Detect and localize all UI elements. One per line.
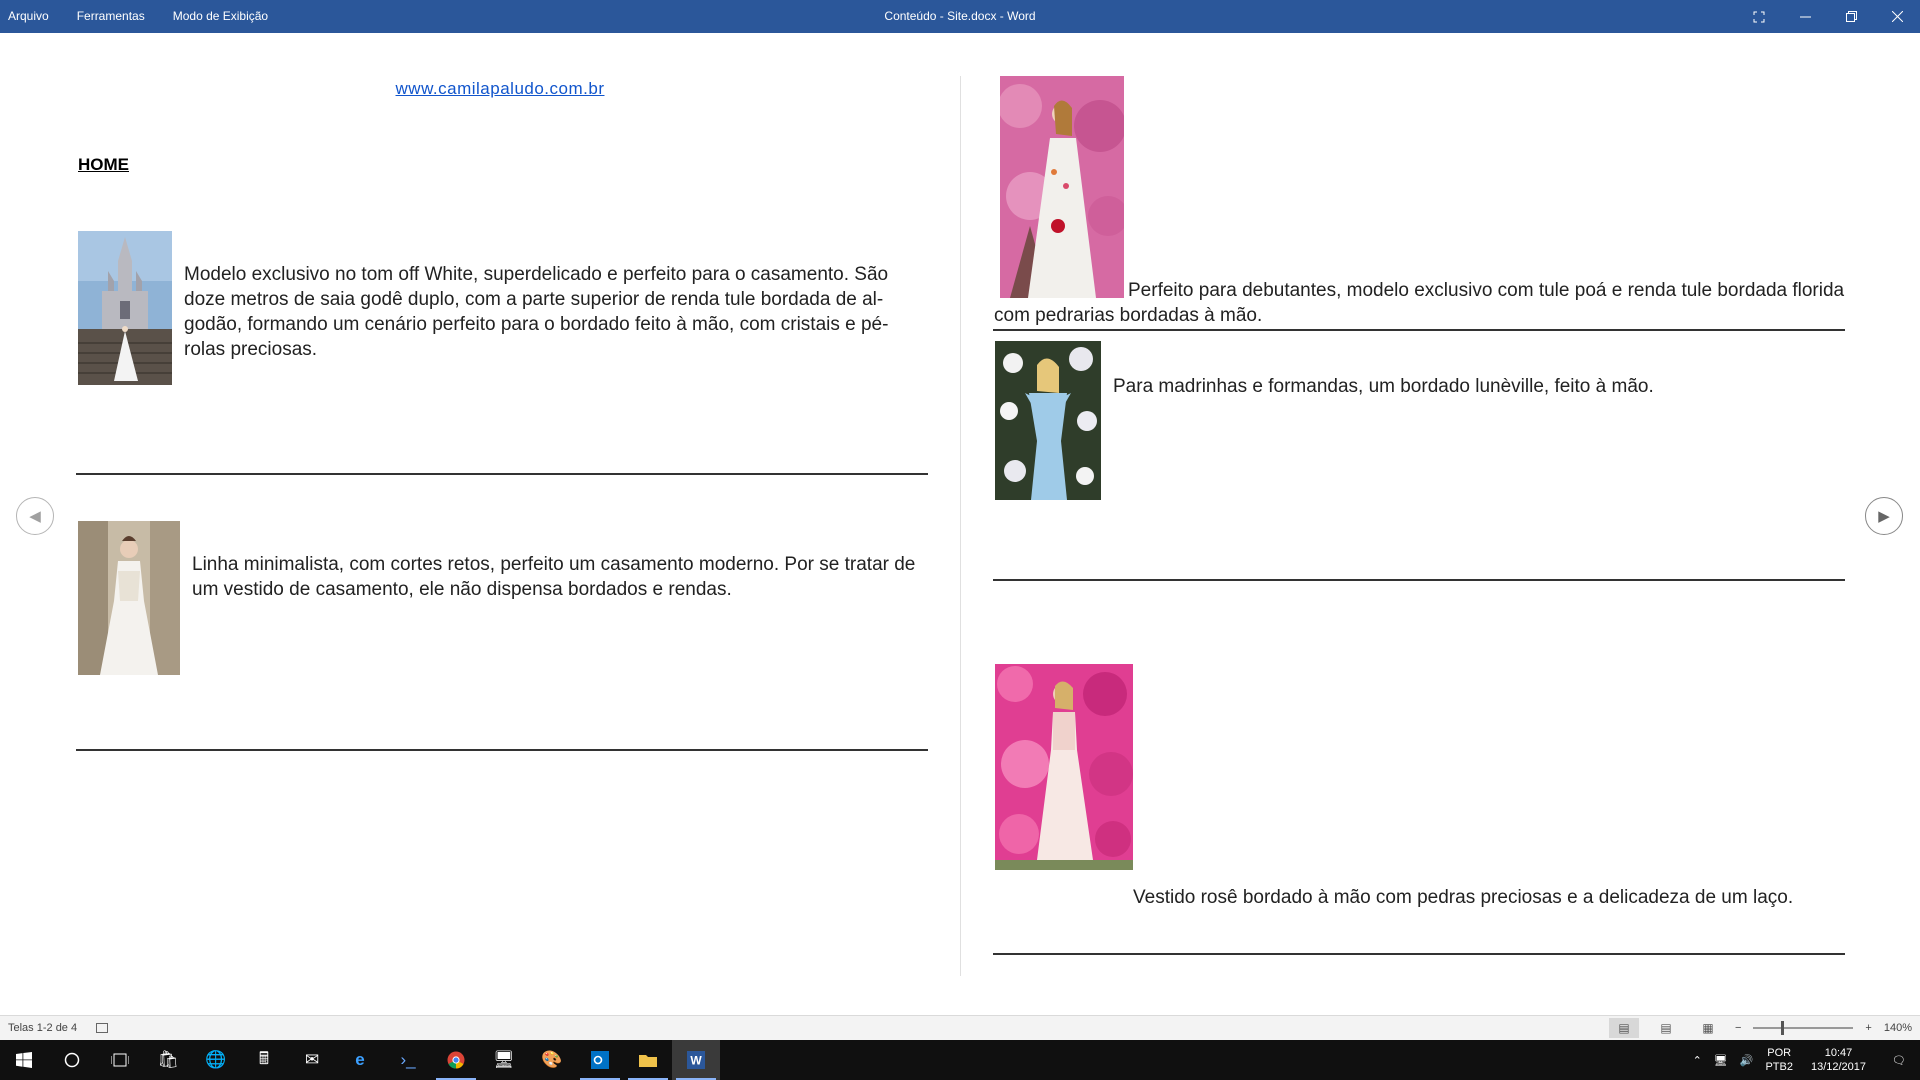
file-explorer-icon[interactable] (624, 1040, 672, 1080)
keyboard-layout: PTB2 (1765, 1061, 1793, 1073)
language-code: POR (1767, 1047, 1792, 1059)
edge-browser-icon[interactable]: e (336, 1040, 384, 1080)
reading-view: ◀ ▶ www.camilapaludo.com.br HOME Modelo … (0, 33, 1920, 1015)
show-hidden-icons-icon[interactable]: ⌃ (1687, 1040, 1708, 1080)
menu-ferramentas[interactable]: Ferramentas (69, 0, 153, 33)
page-counter: Telas 1-2 de 4 (8, 1016, 109, 1040)
paint-icon[interactable]: 🎨 (528, 1040, 576, 1080)
network-icon[interactable]: 🖥 (1708, 1040, 1734, 1080)
previous-screen-icon[interactable]: ◀ (16, 497, 54, 535)
section-divider (993, 579, 1845, 581)
windows-start-icon[interactable] (0, 1040, 48, 1080)
home-heading: HOME (78, 155, 129, 174)
page-count-text: Telas 1-2 de 4 (8, 1022, 78, 1034)
globe-app-icon[interactable]: 🌐 (192, 1040, 240, 1080)
read-mode-icon[interactable]: ▤ (1608, 1018, 1639, 1038)
zoom-slider[interactable] (1753, 1021, 1854, 1035)
page-divider (960, 76, 961, 976)
outlook-icon[interactable] (576, 1040, 624, 1080)
clock-date: 13/12/2017 (1810, 1061, 1867, 1073)
action-center-icon[interactable]: 🗨 (1878, 1040, 1920, 1080)
title-bar: Arquivo Ferramentas Modo de Exibição Con… (0, 0, 1920, 33)
section-4-text: Para madrinhas e formandas, um bordado l… (1113, 376, 1654, 397)
word-icon[interactable]: W (672, 1040, 720, 1080)
section-5-text: Vestido rosê bordado à mão com pedras pr… (1133, 887, 1794, 908)
site-link-container: www.camilapaludo.com.br (80, 79, 920, 99)
calculator-icon[interactable]: 🖩 (240, 1040, 288, 1080)
zoom-out-icon[interactable]: − (1735, 1022, 1741, 1034)
menu-bar: Arquivo Ferramentas Modo de Exibição (0, 0, 288, 33)
cortana-search-icon[interactable] (48, 1040, 96, 1080)
section-3-text: Perfeito para debutantes, modelo exclusi… (994, 280, 1845, 326)
document-stats-icon[interactable] (96, 1023, 109, 1034)
site-link[interactable]: www.camilapaludo.com.br (396, 79, 605, 98)
store-icon[interactable]: 🛍 (144, 1040, 192, 1080)
clock-time: 10:47 (1824, 1047, 1853, 1059)
web-layout-icon[interactable]: ▦ (1693, 1018, 1723, 1038)
section-1-text: Modelo exclusivo no tom off White, super… (184, 264, 889, 360)
menu-modo-exibicao[interactable]: Modo de Exibição (165, 0, 276, 33)
clock[interactable]: 10:47 13/12/2017 (1799, 1040, 1878, 1080)
minimalist-dress-photo (78, 521, 180, 675)
close-icon[interactable] (1874, 0, 1920, 33)
print-layout-icon[interactable]: ▤ (1651, 1018, 1681, 1038)
language-indicator[interactable]: POR PTB2 (1759, 1040, 1799, 1080)
status-bar: Telas 1-2 de 4 ▤ ▤ ▦ − + 140% (0, 1015, 1920, 1040)
section-divider (76, 473, 928, 475)
blue-dress-photo (995, 341, 1101, 500)
section-divider (993, 329, 1845, 331)
section-divider (993, 953, 1845, 955)
debutante-dress-photo (1000, 76, 1124, 298)
task-view-icon[interactable] (96, 1040, 144, 1080)
bride-church-photo (78, 231, 172, 385)
section-divider (76, 749, 928, 751)
zoom-in-icon[interactable]: + (1865, 1022, 1871, 1034)
svg-text:W: W (690, 1054, 702, 1068)
restore-icon[interactable] (1828, 0, 1874, 33)
chrome-icon[interactable] (432, 1040, 480, 1080)
volume-icon[interactable]: 🔊 (1734, 1040, 1760, 1080)
taskbar: 🛍 🌐 🖩 ✉ e ›_ 🖥 🎨 W ⌃ 🖥 🔊 POR PTB2 10:47 13… (0, 1040, 1920, 1080)
remote-desktop-icon[interactable]: 🖥 (480, 1040, 528, 1080)
full-screen-icon[interactable] (1736, 0, 1782, 33)
next-screen-icon[interactable]: ▶ (1865, 497, 1903, 535)
menu-arquivo[interactable]: Arquivo (0, 0, 57, 33)
section-2-text: Linha minimalista, com cortes retos, per… (192, 554, 916, 600)
mail-icon[interactable]: ✉ (288, 1040, 336, 1080)
powershell-icon[interactable]: ›_ (384, 1040, 432, 1080)
rose-dress-photo (995, 664, 1133, 870)
zoom-level[interactable]: 140% (1884, 1022, 1912, 1034)
minimize-icon[interactable] (1782, 0, 1828, 33)
